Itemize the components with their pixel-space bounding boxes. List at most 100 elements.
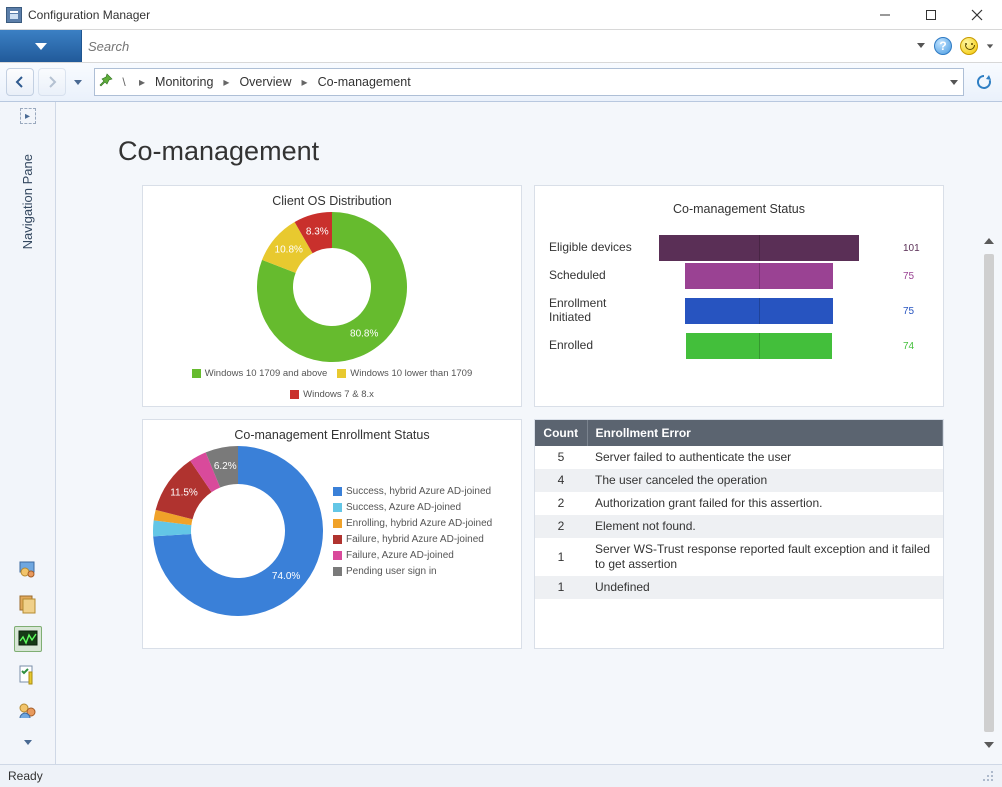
nav-back-button[interactable] (6, 68, 34, 96)
table-row[interactable]: 2Authorization grant failed for this ass… (535, 492, 943, 515)
card-client-os-distribution: Client OS Distribution 80.8% 10.8%8.3% Wi… (142, 185, 522, 407)
workspace-assets-icon[interactable] (14, 554, 42, 580)
legend-client-os: Windows 10 1709 and above Windows 10 lowe… (143, 362, 521, 408)
breadcrumb-item-overview[interactable]: Overview (235, 73, 295, 91)
funnel-row: Eligible devices 101 (549, 234, 929, 262)
ribbon-menu-button[interactable] (0, 30, 82, 62)
table-row[interactable]: 1Server WS-Trust response reported fault… (535, 538, 943, 576)
refresh-button[interactable] (972, 70, 996, 94)
card-enrollment-status: Co-management Enrollment Status 74.0% 11.… (142, 419, 522, 649)
search-input[interactable] (88, 35, 910, 57)
funnel-bar (659, 263, 899, 289)
svg-text:80.8%: 80.8% (350, 329, 378, 340)
chevron-right-icon[interactable]: ▸ (219, 75, 233, 89)
window-title: Configuration Manager (28, 8, 150, 22)
legend-item: Pending user sign in (333, 566, 511, 577)
table-header-error[interactable]: Enrollment Error (587, 420, 943, 446)
navigation-pane-collapsed: ▸ Navigation Pane (0, 102, 56, 764)
workspace-administration-icon[interactable] (14, 698, 42, 724)
help-icon[interactable]: ? (934, 37, 952, 55)
vertical-scrollbar[interactable] (980, 232, 998, 754)
card-comanagement-status: Co-management Status Eligible devices 10… (534, 185, 944, 407)
workspace-overflow-button[interactable] (23, 734, 33, 752)
funnel-row: EnrollmentInitiated 75 (549, 290, 929, 332)
legend-item: Windows 7 & 8.x (290, 389, 374, 400)
card-title: Co-management Status (549, 194, 929, 220)
funnel-label: Enrolled (549, 339, 659, 353)
table-row[interactable]: 1Undefined (535, 576, 943, 599)
card-title: Co-management Enrollment Status (143, 420, 521, 446)
workspace-compliance-icon[interactable] (14, 662, 42, 688)
content-area: Co-management Client OS Distribution 80.… (56, 102, 1002, 764)
cell-count: 4 (535, 469, 587, 492)
chevron-right-icon[interactable]: ▸ (298, 75, 312, 89)
scrollbar-thumb[interactable] (984, 254, 994, 732)
cell-count: 2 (535, 515, 587, 538)
funnel-label: EnrollmentInitiated (549, 297, 659, 325)
breadcrumb-row: \ ▸ Monitoring ▸ Overview ▸ Co-managemen… (0, 63, 1002, 102)
svg-text:74.0%: 74.0% (272, 571, 300, 582)
legend-item: Failure, Azure AD-joined (333, 550, 511, 561)
legend-enrollment: Success, hybrid Azure AD-joined Success, … (323, 446, 521, 616)
ribbon-row: ? (0, 30, 1002, 63)
funnel-bar (659, 235, 899, 261)
donut-chart-client-os[interactable]: 80.8% 10.8%8.3% (257, 212, 407, 362)
expand-navpane-button[interactable]: ▸ (20, 108, 36, 124)
legend-item: Failure, hybrid Azure AD-joined (333, 534, 511, 545)
breadcrumb-item-comanagement[interactable]: Co-management (314, 73, 415, 91)
breadcrumb-item-monitoring[interactable]: Monitoring (151, 73, 217, 91)
funnel-row: Enrolled 74 (549, 332, 929, 360)
funnel-chart[interactable]: Eligible devices 101 Scheduled 75 Enroll… (549, 220, 929, 360)
scroll-down-button[interactable] (980, 736, 998, 754)
feedback-smiley-icon[interactable] (960, 37, 978, 55)
cell-error: Server failed to authenticate the user (587, 446, 943, 469)
nav-forward-button[interactable] (38, 68, 66, 96)
minimize-button[interactable] (862, 0, 908, 30)
maximize-button[interactable] (908, 0, 954, 30)
table-row[interactable]: 4The user canceled the operation (535, 469, 943, 492)
status-text: Ready (8, 769, 43, 783)
status-bar: Ready (0, 764, 1002, 787)
table-header-count[interactable]: Count (535, 420, 587, 446)
funnel-value: 101 (899, 243, 929, 254)
donut-chart-enrollment[interactable]: 74.0%11.5%6.2% (153, 446, 323, 616)
scroll-up-button[interactable] (980, 232, 998, 250)
table-row[interactable]: 5Server failed to authenticate the user (535, 446, 943, 469)
legend-item: Enrolling, hybrid Azure AD-joined (333, 518, 511, 529)
page-title: Co-management (56, 102, 1002, 185)
svg-text:11.5%: 11.5% (170, 488, 198, 499)
search-scope-dropdown[interactable] (916, 37, 926, 55)
nav-history-dropdown[interactable] (70, 77, 86, 87)
close-button[interactable] (954, 0, 1000, 30)
cell-error: Element not found. (587, 515, 943, 538)
table-row[interactable]: 2Element not found. (535, 515, 943, 538)
legend-item: Success, Azure AD-joined (333, 502, 511, 513)
resize-grip-icon[interactable] (980, 768, 994, 785)
cell-error: Server WS-Trust response reported fault … (587, 538, 943, 576)
enrollment-error-table: Count Enrollment Error 5Server failed to… (535, 420, 943, 599)
breadcrumb-bar[interactable]: \ ▸ Monitoring ▸ Overview ▸ Co-managemen… (94, 68, 964, 96)
svg-text:8.3%: 8.3% (306, 227, 329, 238)
funnel-bar (659, 333, 899, 359)
titlebar: Configuration Manager (0, 0, 1002, 30)
breadcrumb-root-sep: \ (115, 75, 133, 89)
feedback-dropdown[interactable] (986, 37, 994, 55)
card-enrollment-errors: Count Enrollment Error 5Server failed to… (534, 419, 944, 649)
legend-item: Success, hybrid Azure AD-joined (333, 486, 511, 497)
workspace-library-icon[interactable] (14, 590, 42, 616)
legend-item: Windows 10 1709 and above (192, 368, 328, 379)
breadcrumb-dropdown[interactable] (949, 77, 959, 87)
svg-text:10.8%: 10.8% (275, 245, 303, 256)
cell-count: 5 (535, 446, 587, 469)
pin-icon[interactable] (99, 73, 113, 92)
legend-item: Windows 10 lower than 1709 (337, 368, 472, 379)
card-title: Client OS Distribution (143, 186, 521, 212)
cell-error: Undefined (587, 576, 943, 599)
cell-count: 1 (535, 576, 587, 599)
funnel-value: 74 (899, 341, 929, 352)
funnel-label: Scheduled (549, 269, 659, 283)
chevron-right-icon[interactable]: ▸ (135, 75, 149, 89)
navpane-label[interactable]: Navigation Pane (20, 148, 35, 255)
funnel-row: Scheduled 75 (549, 262, 929, 290)
workspace-monitoring-icon[interactable] (14, 626, 42, 652)
